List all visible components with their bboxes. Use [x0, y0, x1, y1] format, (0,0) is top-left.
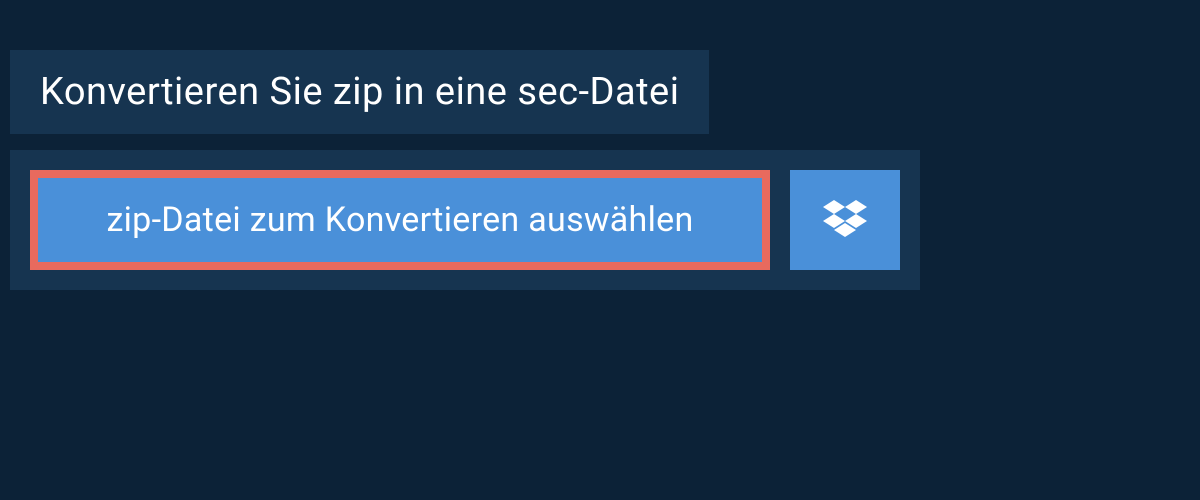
select-file-button[interactable]: zip-Datei zum Konvertieren auswählen — [30, 170, 770, 270]
dropbox-icon — [823, 200, 867, 240]
main-container: Konvertieren Sie zip in eine sec-Datei z… — [0, 0, 1200, 500]
dropbox-button[interactable] — [790, 170, 900, 270]
page-title: Konvertieren Sie zip in eine sec-Datei — [10, 50, 709, 134]
upload-panel: zip-Datei zum Konvertieren auswählen — [10, 150, 920, 290]
select-file-label: zip-Datei zum Konvertieren auswählen — [106, 200, 693, 240]
title-text: Konvertieren Sie zip in eine sec-Datei — [40, 70, 679, 114]
